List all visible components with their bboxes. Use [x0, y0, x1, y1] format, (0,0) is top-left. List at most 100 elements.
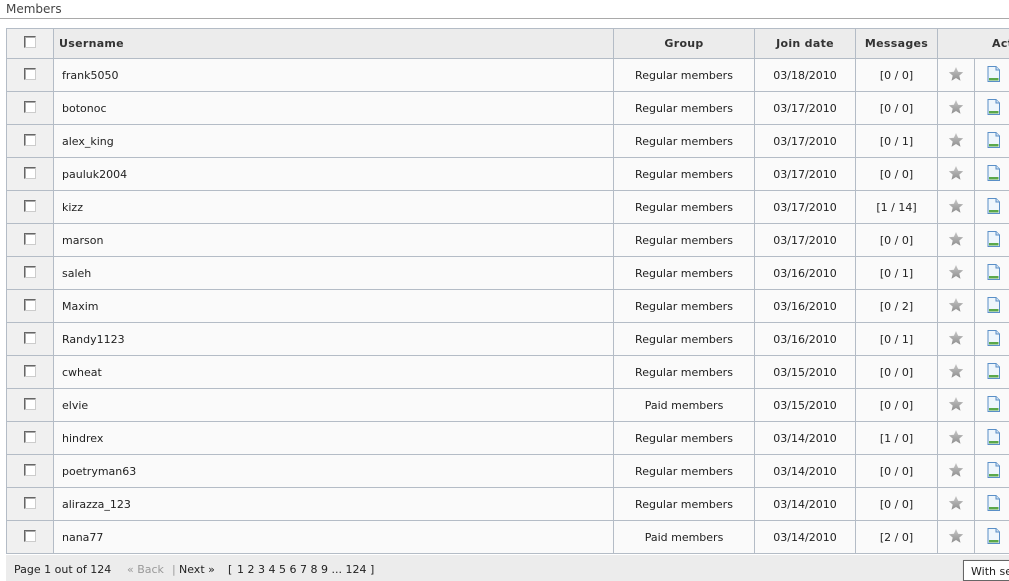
- row-select-cell: [6, 421, 54, 455]
- next-link[interactable]: Next »: [179, 563, 215, 576]
- username-cell[interactable]: frank5050: [53, 58, 614, 92]
- messages-cell: [0 / 0]: [855, 454, 938, 488]
- favorite-cell: [937, 520, 975, 554]
- select-all-checkbox[interactable]: [24, 36, 36, 48]
- username-cell[interactable]: elvie: [53, 388, 614, 422]
- row-checkbox[interactable]: [24, 298, 36, 311]
- document-icon[interactable]: [987, 527, 1000, 544]
- messages-cell: [0 / 0]: [855, 157, 938, 191]
- document-icon[interactable]: [987, 230, 1000, 247]
- page-link[interactable]: 3: [258, 563, 265, 576]
- username-cell[interactable]: pauluk2004: [53, 157, 614, 191]
- star-icon[interactable]: [948, 462, 964, 478]
- document-icon[interactable]: [987, 494, 1000, 511]
- table-row: Randy1123 Regular members 03/16/2010 [0 / 1…: [6, 322, 1009, 356]
- username-cell[interactable]: Maxim: [53, 289, 614, 323]
- star-icon[interactable]: [948, 396, 964, 412]
- row-select-cell: [6, 91, 54, 125]
- star-icon[interactable]: [948, 66, 964, 82]
- username-cell[interactable]: Randy1123: [53, 322, 614, 356]
- star-icon[interactable]: [948, 165, 964, 181]
- row-checkbox[interactable]: [24, 331, 36, 344]
- page-link[interactable]: 6: [290, 563, 297, 576]
- username-cell[interactable]: saleh: [53, 256, 614, 290]
- favorite-cell: [937, 322, 975, 356]
- row-checkbox[interactable]: [24, 133, 36, 146]
- column-header-username[interactable]: Username: [53, 28, 614, 59]
- table-row: alex_king Regular members 03/17/2010 [0 / 1…: [6, 124, 1009, 158]
- select-all-cell: [6, 28, 54, 59]
- row-checkbox[interactable]: [24, 463, 36, 476]
- document-icon[interactable]: [987, 461, 1000, 478]
- table-header-row: Username Group Join date Messages Action…: [6, 28, 1009, 59]
- document-icon[interactable]: [987, 263, 1000, 280]
- document-icon[interactable]: [987, 428, 1000, 445]
- details-cell: [973, 289, 1009, 323]
- star-icon[interactable]: [948, 297, 964, 313]
- page-link-last[interactable]: 124: [346, 563, 367, 576]
- page-link[interactable]: 9: [321, 563, 328, 576]
- page-link[interactable]: 8: [311, 563, 318, 576]
- row-checkbox[interactable]: [24, 199, 36, 212]
- document-icon[interactable]: [987, 395, 1000, 412]
- document-icon[interactable]: [987, 362, 1000, 379]
- group-cell: Regular members: [613, 289, 755, 323]
- pagination-bar: Page 1 out of 124 « Back | Next » [ 1 2 …: [6, 555, 1009, 581]
- table-row: elvie Paid members 03/15/2010 [0 / 0]: [6, 388, 1009, 422]
- row-checkbox[interactable]: [24, 166, 36, 179]
- row-checkbox[interactable]: [24, 496, 36, 509]
- column-header-group[interactable]: Group: [613, 28, 755, 59]
- row-checkbox[interactable]: [24, 364, 36, 377]
- table-row: marson Regular members 03/17/2010 [0 / 0]: [6, 223, 1009, 257]
- document-icon[interactable]: [987, 164, 1000, 181]
- star-icon[interactable]: [948, 330, 964, 346]
- details-cell: [973, 421, 1009, 455]
- column-header-messages[interactable]: Messages: [855, 28, 938, 59]
- row-checkbox[interactable]: [24, 529, 36, 542]
- star-icon[interactable]: [948, 363, 964, 379]
- row-checkbox[interactable]: [24, 430, 36, 443]
- page-link[interactable]: 7: [300, 563, 307, 576]
- username-cell[interactable]: marson: [53, 223, 614, 257]
- username-cell[interactable]: botonoc: [53, 91, 614, 125]
- star-icon[interactable]: [948, 198, 964, 214]
- page-link[interactable]: 4: [269, 563, 276, 576]
- row-checkbox[interactable]: [24, 100, 36, 113]
- group-cell: Regular members: [613, 58, 755, 92]
- document-icon[interactable]: [987, 329, 1000, 346]
- star-icon[interactable]: [948, 132, 964, 148]
- page-link[interactable]: 1: [237, 563, 244, 576]
- username-cell[interactable]: kizz: [53, 190, 614, 224]
- document-icon[interactable]: [987, 296, 1000, 313]
- details-cell: [973, 355, 1009, 389]
- star-icon[interactable]: [948, 99, 964, 115]
- page-link[interactable]: 2: [248, 563, 255, 576]
- back-link[interactable]: « Back: [127, 563, 164, 576]
- document-icon[interactable]: [987, 197, 1000, 214]
- messages-cell: [0 / 0]: [855, 91, 938, 125]
- username-cell[interactable]: alirazza_123: [53, 487, 614, 521]
- username-cell[interactable]: hindrex: [53, 421, 614, 455]
- username-cell[interactable]: poetryman63: [53, 454, 614, 488]
- document-icon[interactable]: [987, 65, 1000, 82]
- username-cell[interactable]: cwheat: [53, 355, 614, 389]
- page-link[interactable]: 5: [279, 563, 286, 576]
- username-cell[interactable]: nana77: [53, 520, 614, 554]
- document-icon[interactable]: [987, 98, 1000, 115]
- star-icon[interactable]: [948, 264, 964, 280]
- messages-cell: [2 / 0]: [855, 520, 938, 554]
- star-icon[interactable]: [948, 528, 964, 544]
- row-checkbox[interactable]: [24, 397, 36, 410]
- star-icon[interactable]: [948, 231, 964, 247]
- document-icon[interactable]: [987, 131, 1000, 148]
- messages-cell: [1 / 14]: [855, 190, 938, 224]
- star-icon[interactable]: [948, 495, 964, 511]
- star-icon[interactable]: [948, 429, 964, 445]
- row-select-cell: [6, 289, 54, 323]
- messages-cell: [0 / 0]: [855, 388, 938, 422]
- row-checkbox[interactable]: [24, 265, 36, 278]
- row-checkbox[interactable]: [24, 67, 36, 80]
- column-header-join-date[interactable]: Join date: [754, 28, 856, 59]
- username-cell[interactable]: alex_king: [53, 124, 614, 158]
- row-checkbox[interactable]: [24, 232, 36, 245]
